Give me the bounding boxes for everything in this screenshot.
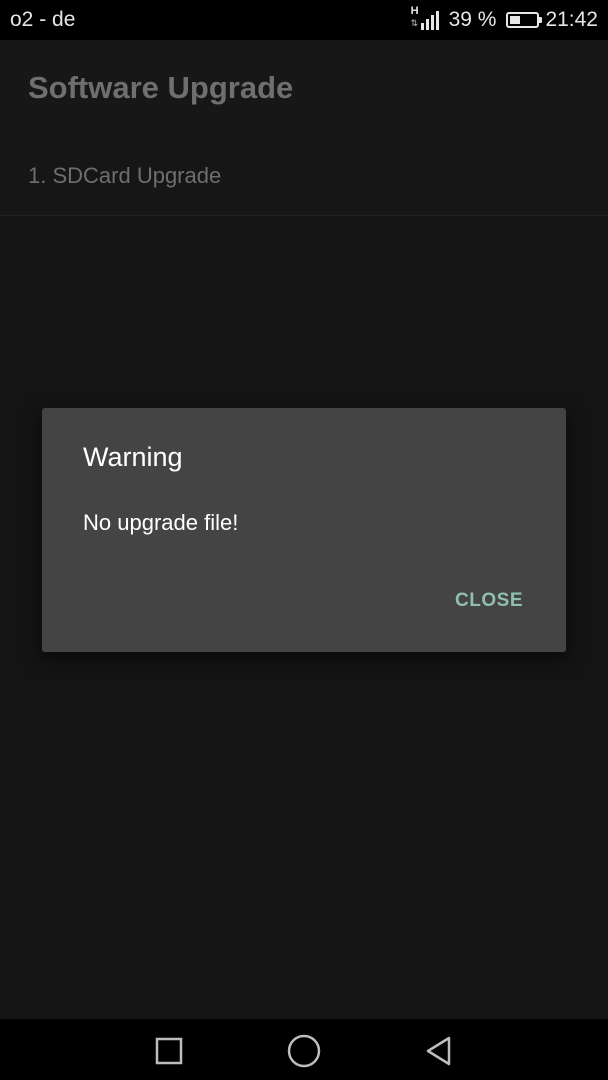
clock: 21:42: [545, 8, 598, 31]
back-button[interactable]: [419, 1031, 459, 1071]
screen: o2 - de H ⇅ 39 % 21:42 Software Upgrade …: [0, 0, 608, 1080]
dialog-message: No upgrade file!: [83, 510, 239, 535]
list-item-label: 1. SDCard Upgrade: [28, 163, 222, 188]
home-button[interactable]: [284, 1031, 324, 1071]
carrier-name: o2 - de: [10, 8, 76, 31]
app-bar: Software Upgrade: [0, 40, 608, 135]
warning-dialog: Warning No upgrade file! CLOSE: [42, 408, 566, 652]
data-activity-icon: ⇅: [410, 18, 419, 28]
page-title: Software Upgrade: [28, 70, 294, 105]
close-button[interactable]: CLOSE: [442, 584, 536, 618]
signal-strength-icon: H ⇅: [410, 5, 443, 32]
home-icon: [287, 1034, 321, 1068]
battery-icon: [506, 12, 543, 28]
battery-level: [510, 16, 521, 24]
recent-apps-button[interactable]: [149, 1031, 189, 1071]
list-item-sdcard-upgrade[interactable]: 1. SDCard Upgrade: [0, 135, 608, 216]
back-icon: [426, 1036, 451, 1066]
status-icons: H ⇅ 39 % 21:42: [410, 5, 598, 33]
recent-apps-icon: [155, 1037, 183, 1065]
navigation-bar: [0, 1019, 608, 1080]
status-bar: o2 - de H ⇅ 39 % 21:42: [0, 0, 608, 40]
battery-percent: 39 %: [448, 8, 497, 31]
network-type-label: H: [410, 5, 419, 17]
dialog-title: Warning: [83, 442, 183, 472]
